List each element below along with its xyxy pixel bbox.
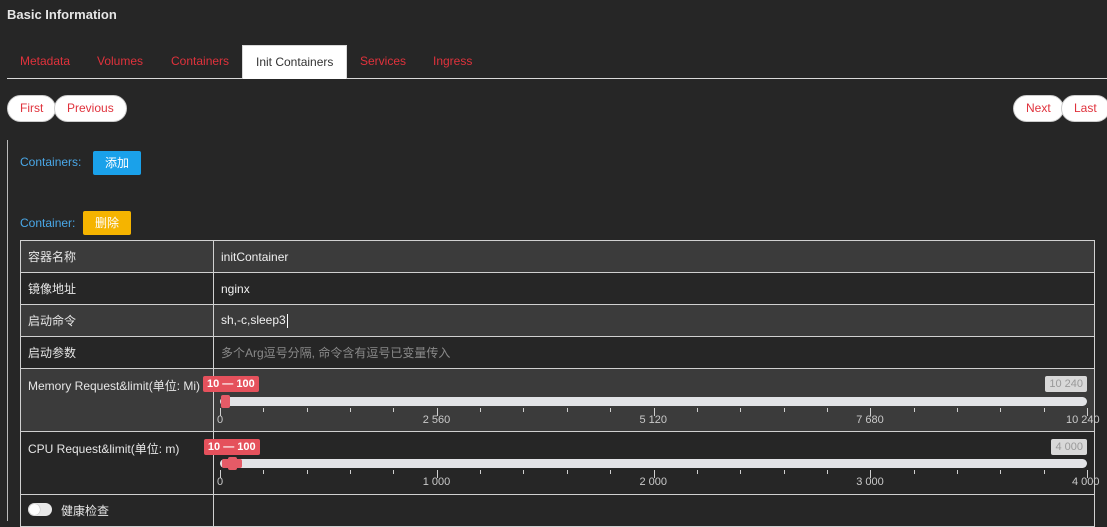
slider-tick <box>566 470 568 474</box>
slider-tick <box>393 470 395 474</box>
slider-tick <box>480 408 482 412</box>
slider-tick <box>826 470 828 474</box>
slider-tick <box>1000 470 1002 474</box>
slider-tick-label: 2 560 <box>422 414 451 426</box>
containers-label: Containers: <box>20 155 82 169</box>
start-command-label: 启动命令 <box>20 304 214 337</box>
slider-tick <box>956 470 958 474</box>
slider-tick-label: 0 <box>217 414 224 426</box>
last-page-button[interactable]: Last <box>1061 95 1107 122</box>
page-title: Basic Information <box>7 7 117 22</box>
tab-metadata[interactable]: Metadata <box>7 45 83 78</box>
cpu-max-badge: 4 000 <box>1051 439 1087 455</box>
slider-tick <box>783 408 785 412</box>
slider-tick-label: 5 120 <box>639 414 668 426</box>
section-divider <box>7 140 8 521</box>
slider-tick <box>610 470 612 474</box>
tab-services[interactable]: Services <box>347 45 419 78</box>
slider-tick <box>306 408 308 412</box>
tab-containers[interactable]: Containers <box>158 45 242 78</box>
slider-tick-label: 0 <box>217 476 224 488</box>
slider-tick <box>1043 470 1045 474</box>
tab-ingress[interactable]: Ingress <box>420 45 485 78</box>
memory-label: Memory Request&limit(单位: Mi) <box>20 368 214 432</box>
slider-tick <box>306 470 308 474</box>
slider-tick-label: 10 240 <box>1066 414 1100 426</box>
slider-tick <box>740 408 742 412</box>
slider-tick <box>523 408 525 412</box>
slider-tick-label: 1 000 <box>422 476 451 488</box>
health-check-cell <box>213 494 1095 527</box>
container-name-label: 容器名称 <box>20 240 214 273</box>
delete-container-button[interactable]: 删除 <box>83 211 131 235</box>
slider-tick <box>696 470 698 474</box>
slider-tick <box>350 408 352 412</box>
slider-tick <box>913 470 915 474</box>
cpu-slider-track[interactable] <box>220 457 1087 470</box>
cpu-label: CPU Request&limit(单位: m) <box>20 431 214 495</box>
slider-tick <box>1043 408 1045 412</box>
slider-tick <box>393 408 395 412</box>
memory-max-badge: 10 240 <box>1045 376 1087 392</box>
slider-tick <box>956 408 958 412</box>
previous-page-button[interactable]: Previous <box>54 95 127 122</box>
tab-volumes[interactable]: Volumes <box>84 45 156 78</box>
slider-tick <box>566 408 568 412</box>
slider-tick-label: 7 680 <box>856 414 884 426</box>
start-command-input[interactable]: sh,-c,sleep3 <box>213 304 1095 337</box>
cpu-slider-handle[interactable] <box>227 457 237 470</box>
slider-tick <box>480 470 482 474</box>
start-args-input[interactable]: 多个Arg逗号分隔, 命令含有逗号已变量传入 <box>213 336 1095 369</box>
slider-tick <box>610 408 612 412</box>
health-check-toggle[interactable] <box>28 503 52 516</box>
tab-init-containers[interactable]: Init Containers <box>242 45 348 79</box>
slider-tick <box>740 470 742 474</box>
slider-tick <box>913 408 915 412</box>
slider-tick-label: 3 000 <box>856 476 884 488</box>
slider-tick <box>1000 408 1002 412</box>
add-container-button[interactable]: 添加 <box>93 151 141 175</box>
container-label: Container: <box>20 216 76 230</box>
slider-tick <box>263 408 265 412</box>
tab-bar: Metadata Volumes Containers Init Contain… <box>7 45 1107 79</box>
slider-tick <box>826 408 828 412</box>
slider-tick <box>523 470 525 474</box>
first-page-button[interactable]: First <box>7 95 57 122</box>
toggle-knob <box>29 504 40 515</box>
slider-tick <box>263 470 265 474</box>
container-name-input[interactable]: initContainer <box>213 240 1095 273</box>
next-page-button[interactable]: Next <box>1013 95 1064 122</box>
start-args-label: 启动参数 <box>20 336 214 369</box>
text-cursor <box>286 313 288 328</box>
memory-slider-track[interactable] <box>220 395 1087 408</box>
cpu-range-badge: 10 — 100 <box>203 439 260 455</box>
slider-tick <box>783 470 785 474</box>
slider-tick <box>696 408 698 412</box>
image-address-label: 镜像地址 <box>20 272 214 305</box>
slider-tick-label: 2 000 <box>639 476 668 488</box>
image-address-input[interactable]: nginx <box>213 272 1095 305</box>
memory-slider-handle[interactable] <box>220 395 230 408</box>
container-form: 容器名称 initContainer 镜像地址 nginx 启动命令 sh,-c… <box>20 240 1095 527</box>
memory-range-badge: 10 — 100 <box>203 376 259 392</box>
slider-tick-label: 4 000 <box>1072 476 1100 488</box>
slider-tick <box>350 470 352 474</box>
